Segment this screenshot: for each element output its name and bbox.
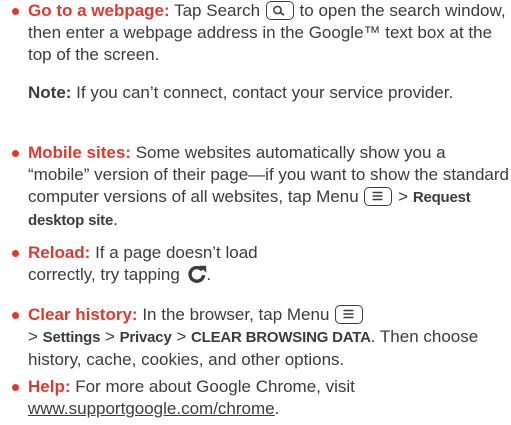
menu-icon [335,305,364,324]
item-title: Clear history: [28,305,138,324]
note-label: Note: [28,83,72,102]
menu-icon [364,187,393,206]
item-text: > [28,327,43,346]
item-title: Help: [28,377,71,396]
item-text: > [393,187,413,206]
note-text: If you can’t connect, contact your servi… [71,83,454,102]
bullet [12,250,19,257]
item-title: Go to a webpage: [28,1,170,20]
item-bold: Settings [42,329,101,346]
item-text: For more about Google Chrome, visit [70,377,355,396]
instruction-page: Go to a webpage: Tap Search to open the … [0,0,511,425]
item-text: Tap Search [169,1,265,20]
support-link[interactable]: www.supportgoogle.com/chrome [28,399,275,418]
list-item-go-to-webpage: Go to a webpage: Tap Search to open the … [28,0,511,66]
list-item-reload: Reload: If a page doesn’t load correctly… [28,242,318,290]
bullet [12,384,19,391]
bullet [12,150,19,157]
item-bold: CLEAR BROWSING DATA [190,329,371,346]
search-icon [265,1,294,20]
item-text: . [274,399,280,418]
item-title: Reload: [28,243,91,262]
item-text: > [100,327,120,346]
bullet [12,312,19,319]
reload-icon [187,264,207,290]
item-text: . [113,210,118,229]
item-title: Mobile sites: [28,143,131,162]
item-text: In the browser, tap Menu [137,305,335,324]
list-item-clear-history: Clear history: In the browser, tap Menu … [28,304,511,371]
bullet [12,8,19,15]
item-text: . [206,265,212,284]
list-item-mobile-sites: Mobile sites: Some websites automaticall… [28,142,511,232]
note: Note: If you can’t connect, contact your… [28,82,511,104]
item-bold: Privacy [119,329,172,346]
item-text: > [171,327,191,346]
list-item-help: Help: For more about Google Chrome, visi… [28,376,428,420]
